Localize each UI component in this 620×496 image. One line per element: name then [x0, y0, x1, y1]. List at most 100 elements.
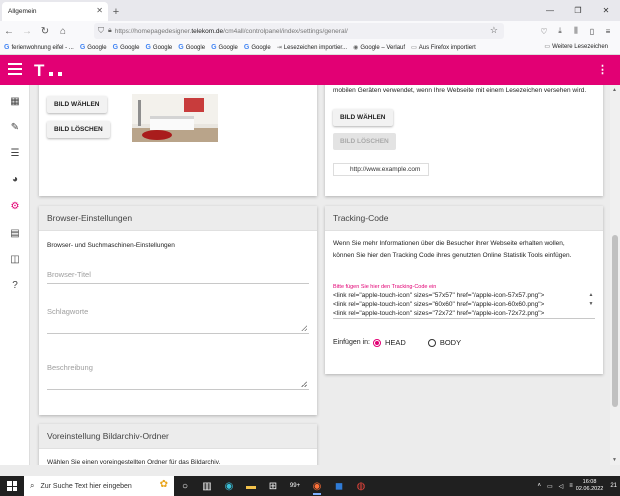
- preview-image: [132, 94, 218, 142]
- minimize-icon[interactable]: —: [536, 0, 564, 21]
- delete-image-button[interactable]: BILD LÖSCHEN: [47, 121, 110, 138]
- scrollbar-thumb[interactable]: [612, 235, 618, 407]
- window-controls: — ❐ ✕: [536, 0, 620, 21]
- bookmark-item[interactable]: G Google: [113, 44, 140, 51]
- chrome-icon[interactable]: ◍: [350, 476, 372, 496]
- google-icon: G: [79, 44, 86, 51]
- edge-icon[interactable]: ◉: [218, 476, 240, 496]
- scroll-down-icon[interactable]: ▼: [589, 300, 594, 309]
- mail-icon[interactable]: 99+: [284, 476, 306, 496]
- tab-allgemein[interactable]: Allgemein ✕: [2, 2, 108, 21]
- scroll-up-icon[interactable]: ▲: [589, 291, 594, 300]
- url-bar[interactable]: ⛉ 🔒︎ https://homepagedesigner. telekom.de…: [94, 23, 504, 39]
- explorer-icon[interactable]: ▬: [240, 476, 262, 496]
- pocket-icon[interactable]: ♡: [536, 22, 552, 40]
- image-archive-card: Voreinstellung Bildarchiv-Ordner Wählen …: [39, 424, 317, 465]
- package-icon[interactable]: ◫: [8, 252, 22, 266]
- outlook-icon[interactable]: ◼: [328, 476, 350, 496]
- choose-favicon-button[interactable]: BILD WÄHLEN: [333, 109, 393, 126]
- bookmark-item[interactable]: ▭ Aus Firefox importiert: [411, 44, 476, 52]
- insert-label: Einfügen in:: [333, 339, 370, 346]
- bookmark-item[interactable]: G Google: [244, 44, 271, 51]
- resize-handle-icon[interactable]: [301, 325, 307, 331]
- radio-body[interactable]: [427, 338, 436, 347]
- page-scrollbar[interactable]: ▲ ▼: [610, 85, 620, 465]
- language-icon[interactable]: ≡: [569, 483, 573, 489]
- store-icon[interactable]: ⊞: [262, 476, 284, 496]
- hamburger-menu-icon[interactable]: [8, 63, 22, 77]
- bookmarks-bar: Gferienwohnung eifel - ... G Google G Goog…: [0, 41, 620, 55]
- bookmark-item[interactable]: Gferienwohnung eifel - ...: [4, 44, 74, 51]
- home-icon[interactable]: ⌂: [54, 22, 72, 40]
- bookmark-item[interactable]: ◉ Google – Verlauf: [353, 44, 405, 52]
- google-icon: G: [112, 44, 119, 51]
- textarea-scrollbar[interactable]: ▲ ▼: [587, 291, 595, 318]
- notification-icon[interactable]: 21: [610, 483, 617, 489]
- sort-icon[interactable]: ☰: [8, 146, 22, 160]
- volume-icon[interactable]: ◁: [559, 483, 564, 490]
- task-view-icon[interactable]: ○: [174, 476, 196, 496]
- brush-icon[interactable]: ✎: [8, 120, 22, 134]
- firefox-icon[interactable]: ◉: [306, 476, 328, 496]
- tracking-code-label: Bitte fügen Sie hier den Tracking-Code e…: [333, 284, 437, 290]
- delete-favicon-button[interactable]: BILD LÖSCHEN: [333, 133, 396, 150]
- widgets-icon[interactable]: ▥: [196, 476, 218, 496]
- new-tab-icon[interactable]: +: [108, 2, 124, 21]
- chevron-up-icon[interactable]: ˄: [537, 483, 541, 489]
- sidebar-toggle-icon[interactable]: ▯: [584, 22, 600, 40]
- telekom-logo[interactable]: T: [34, 62, 63, 79]
- dashboard-icon[interactable]: ▦: [8, 94, 22, 108]
- scroll-up-icon[interactable]: ▲: [612, 87, 617, 93]
- palette-icon[interactable]: ◕: [8, 172, 22, 186]
- favicon-url-field[interactable]: http://www.example.com: [333, 163, 429, 176]
- reload-icon[interactable]: ↻: [36, 22, 54, 40]
- radio-body-label[interactable]: BODY: [440, 338, 461, 347]
- image-card: BILD WÄHLEN BILD LÖSCHEN: [39, 85, 317, 196]
- choose-image-button[interactable]: BILD WÄHLEN: [47, 96, 107, 113]
- bookmark-item[interactable]: G Google: [80, 44, 107, 51]
- network-icon[interactable]: ▭: [547, 483, 553, 490]
- radio-head-label[interactable]: HEAD: [385, 338, 406, 347]
- settings-gear-icon[interactable]: ⚙: [8, 199, 22, 213]
- favicon-description: mobilen Geräten verwendet, wenn Ihre Web…: [333, 87, 587, 94]
- browser-nav-bar: ← → ↻ ⌂ ⛉ 🔒︎ https://homepagedesigner. te…: [0, 21, 620, 41]
- keywords-field[interactable]: Schlagworte: [47, 307, 309, 334]
- tracking-code-field[interactable]: Bitte fügen Sie hier den Tracking-Code e…: [333, 284, 595, 319]
- radio-head[interactable]: [372, 338, 381, 347]
- forward-icon[interactable]: →: [18, 22, 36, 40]
- tab-title: Allgemein: [8, 8, 37, 15]
- chat-icon[interactable]: ▤: [8, 226, 22, 240]
- maximize-icon[interactable]: ❐: [564, 0, 592, 21]
- windows-start-icon[interactable]: [0, 476, 24, 496]
- close-window-icon[interactable]: ✕: [592, 0, 620, 21]
- browser-settings-subtitle: Browser- und Suchmaschinen-Einstellungen: [47, 242, 175, 249]
- windows-taskbar: ⌕ Zur Suche Text hier eingeben ✿ ○ ▥ ◉ ▬…: [0, 476, 620, 496]
- tracking-code-card: Tracking-Code Wenn Sie mehr Informatione…: [325, 206, 603, 374]
- bookmark-item[interactable]: G Google: [178, 44, 205, 51]
- tracking-code-textarea[interactable]: <link rel="apple-touch-icon" sizes="57x5…: [333, 291, 595, 319]
- menu-icon[interactable]: ≡: [600, 22, 616, 40]
- resize-handle-icon[interactable]: [301, 381, 307, 387]
- bookmark-star-icon[interactable]: ☆: [490, 25, 498, 36]
- description-field[interactable]: Beschreibung: [47, 363, 309, 390]
- google-icon: G: [4, 44, 10, 51]
- close-tab-icon[interactable]: ✕: [96, 6, 103, 15]
- library-icon[interactable]: ⫼: [568, 22, 584, 40]
- browser-title-field[interactable]: Browser-Titel: [47, 270, 309, 284]
- url-prefix: https://homepagedesigner.: [114, 27, 192, 35]
- favicon-card: mobilen Geräten verwendet, wenn Ihre Web…: [325, 85, 603, 196]
- taskbar-search[interactable]: ⌕ Zur Suche Text hier eingeben ✿: [24, 476, 174, 496]
- bookmark-item[interactable]: ⇥ Lesezeichen importier...: [277, 44, 347, 52]
- back-icon[interactable]: ←: [0, 22, 18, 40]
- bookmark-item[interactable]: G Google: [145, 44, 172, 51]
- bookmark-item[interactable]: G Google: [211, 44, 238, 51]
- other-bookmarks[interactable]: ▭ Weitere Lesezeichen: [544, 43, 608, 51]
- scroll-down-icon[interactable]: ▼: [612, 457, 617, 463]
- help-icon[interactable]: ?: [8, 278, 22, 292]
- tracking-desc-line1: Wenn Sie mehr Informationen über die Bes…: [333, 240, 565, 247]
- more-vertical-icon[interactable]: ⋮: [597, 63, 608, 77]
- taskbar-clock[interactable]: 16:08 02.06.2022: [576, 479, 604, 493]
- downloads-icon[interactable]: ⤓: [552, 22, 568, 40]
- url-checkbox[interactable]: [338, 166, 346, 174]
- url-path: /cm4all/controlpanel/index/settings/gene…: [223, 27, 348, 35]
